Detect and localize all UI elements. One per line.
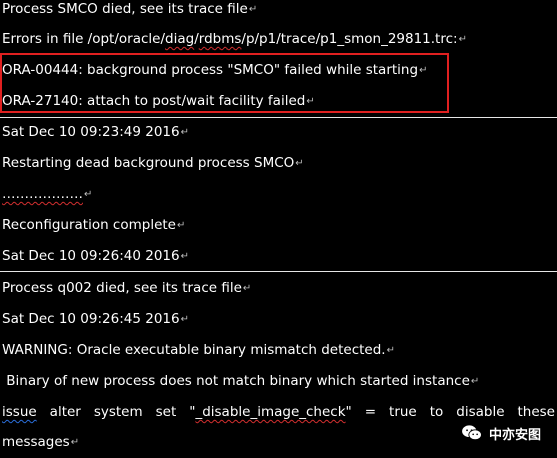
watermark: 中亦安图 <box>461 422 541 444</box>
return-mark-icon: ↵ <box>180 127 189 138</box>
return-mark-icon: ↵ <box>248 4 258 15</box>
log-line-13: Binary of new process does not match bin… <box>2 373 480 389</box>
log-line-6: Restarting dead background process SMCO↵ <box>2 155 304 171</box>
watermark-label: 中亦安图 <box>488 427 541 443</box>
log-line-11: Sat Dec 10 09:26:45 2016↵ <box>2 311 189 327</box>
log-line-1: Process SMCO died, see its trace file↵ <box>2 1 258 17</box>
return-mark-icon: ↵ <box>242 283 252 294</box>
return-mark-icon: ↵ <box>306 96 315 107</box>
log-line-2: Errors in file /opt/oracle/diag/rdbms/p/… <box>2 31 467 47</box>
log-line-12: WARNING: Oracle executable binary mismat… <box>2 342 395 358</box>
log-line-4: ORA-27140: attach to post/wait facility … <box>2 93 315 109</box>
return-mark-icon: ↵ <box>84 189 93 200</box>
wechat-icon <box>462 425 482 441</box>
return-mark-icon: ↵ <box>180 251 189 262</box>
log-line-14: issue alter system set "_disable_image_c… <box>2 404 555 420</box>
return-mark-icon: ↵ <box>386 345 395 356</box>
return-mark-icon: ↵ <box>295 158 304 169</box>
return-mark-icon: ↵ <box>70 437 80 448</box>
log-line-8: Reconfiguration complete↵ <box>2 217 186 233</box>
return-mark-icon: ↵ <box>419 65 428 76</box>
log-line-7: ………………↵ <box>2 186 93 202</box>
log-line-10: Process q002 died, see its trace file↵ <box>2 280 252 296</box>
return-mark-icon: ↵ <box>458 34 467 45</box>
log-line-9: Sat Dec 10 09:26:40 2016↵ <box>2 248 189 264</box>
section-divider <box>0 117 557 118</box>
return-mark-icon: ↵ <box>176 220 186 231</box>
log-line-15: messages↵ <box>2 434 80 450</box>
return-mark-icon: ↵ <box>470 376 480 387</box>
log-line-5: Sat Dec 10 09:23:49 2016↵ <box>2 124 189 140</box>
section-divider <box>0 271 557 272</box>
return-mark-icon: ↵ <box>180 314 189 325</box>
log-line-3: ORA-00444: background process "SMCO" fai… <box>2 62 428 78</box>
